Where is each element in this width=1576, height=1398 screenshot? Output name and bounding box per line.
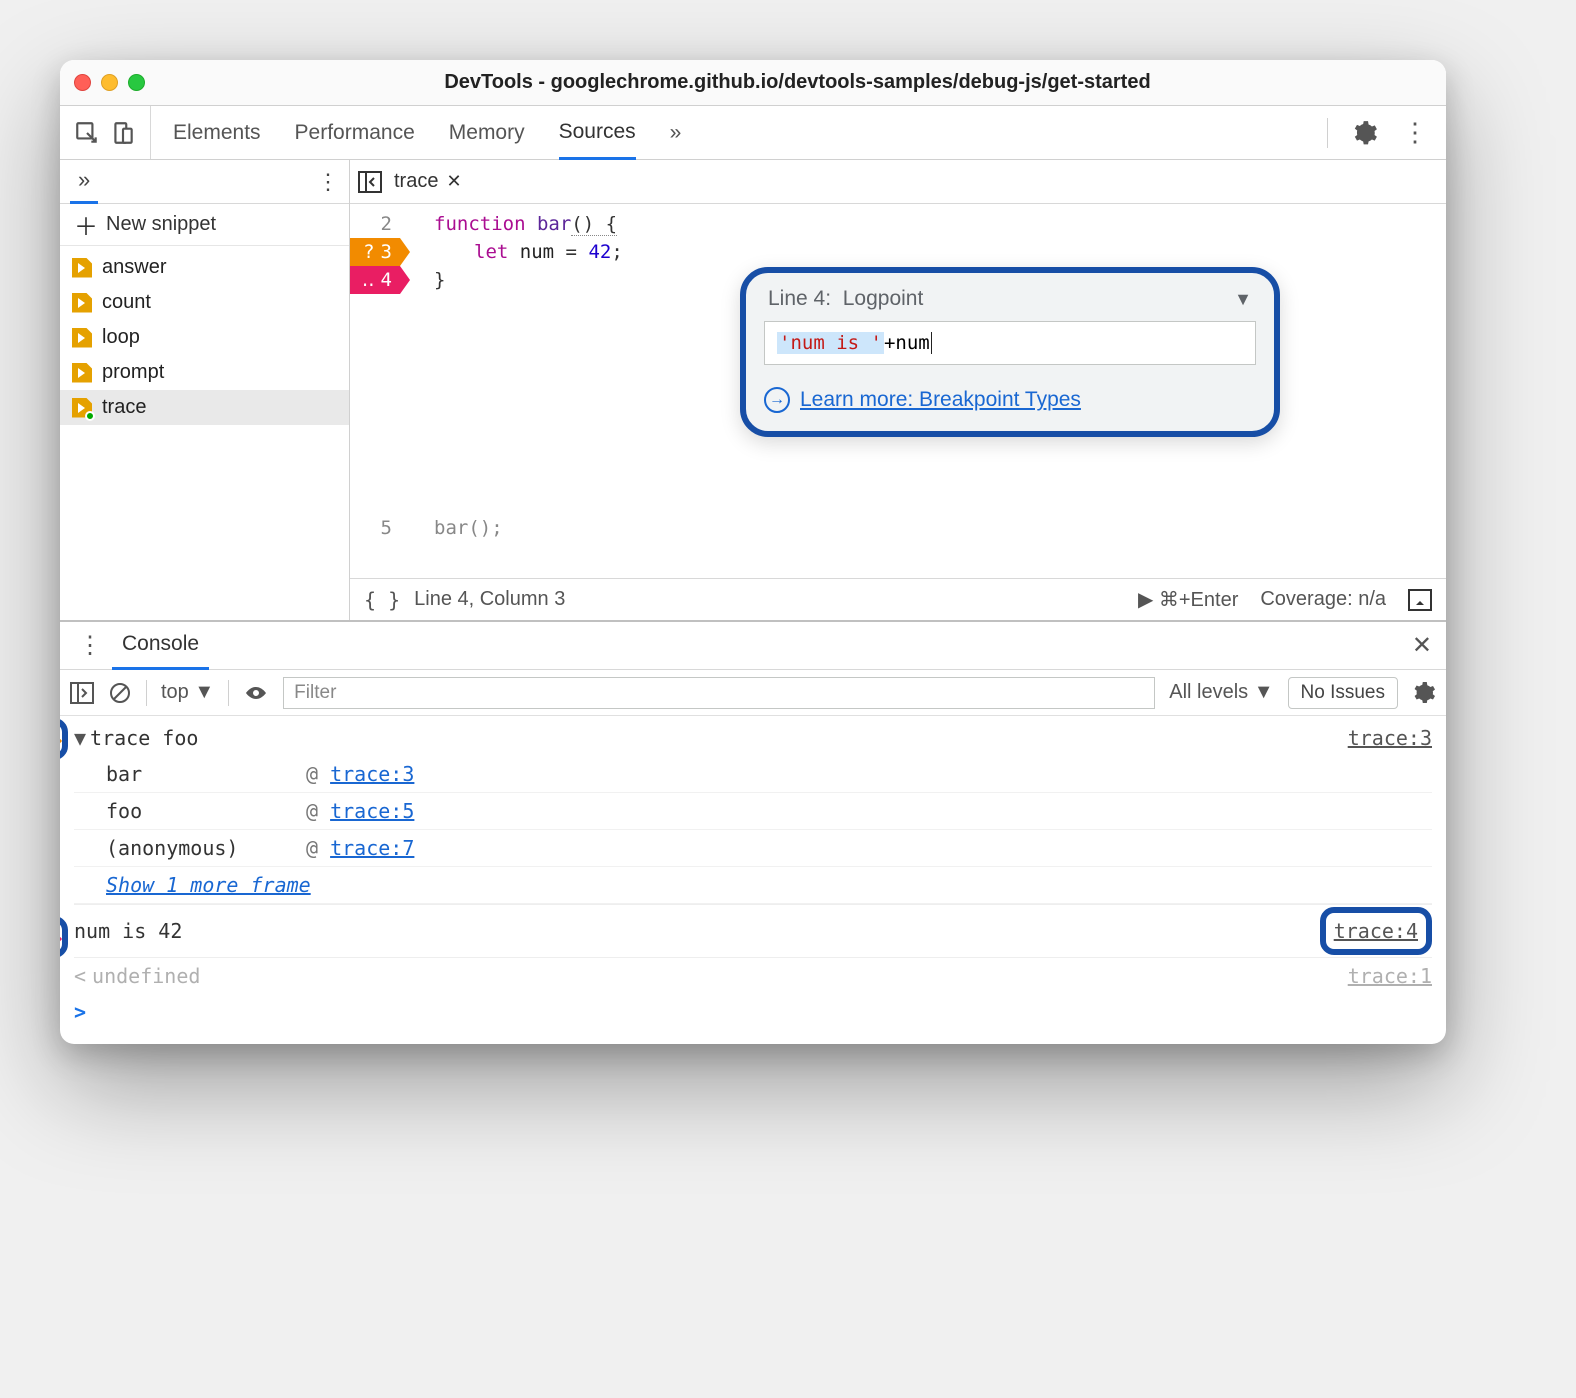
console-drawer: ⋮ Console ✕ top ▼ Filter All levels ▼ No…: [60, 620, 1446, 1044]
input-plus-token: +: [884, 332, 895, 354]
annotation-logpoint-icon: [60, 916, 68, 958]
tab-performance[interactable]: Performance: [295, 106, 415, 159]
clear-console-icon[interactable]: [108, 681, 132, 705]
snippet-item-prompt[interactable]: prompt: [60, 355, 349, 390]
line-gutter[interactable]: 2 ?3 ‥4 5: [350, 204, 406, 578]
show-sidebar-icon[interactable]: [1408, 589, 1432, 611]
settings-gear-icon[interactable]: [1352, 120, 1378, 146]
context-selector[interactable]: top ▼: [161, 681, 214, 704]
snippet-item-count[interactable]: count: [60, 285, 349, 320]
log-levels-select[interactable]: All levels ▼: [1169, 681, 1273, 704]
snippet-label: trace: [102, 396, 146, 419]
close-window-button[interactable]: [74, 74, 91, 91]
stack-frame[interactable]: foo@ trace:5: [74, 793, 1432, 830]
snippet-item-trace[interactable]: trace: [60, 390, 349, 425]
zoom-window-button[interactable]: [128, 74, 145, 91]
arrow-circle-icon: →: [764, 387, 790, 413]
cursor-position: Line 4, Column 3: [414, 588, 565, 611]
sidebar-menu-icon[interactable]: ⋮: [317, 169, 339, 195]
console-sidebar-toggle-icon[interactable]: [70, 682, 94, 704]
gutter-line-4-logpoint[interactable]: ‥4: [350, 266, 400, 294]
separator: [1327, 118, 1328, 148]
sources-pane: » ⋮ ＋ New snippet answer count loop prom…: [60, 160, 1446, 620]
new-snippet-button[interactable]: ＋ New snippet: [60, 204, 349, 246]
snippet-file-icon: [72, 328, 92, 348]
stack-frame[interactable]: (anonymous)@ trace:7: [74, 830, 1432, 867]
snippet-list: answer count loop prompt trace: [60, 246, 349, 429]
stack-frame[interactable]: bar@ trace:3: [74, 756, 1432, 793]
snippet-item-answer[interactable]: answer: [60, 250, 349, 285]
logpoint-expression-input[interactable]: 'num is ' + num: [764, 321, 1256, 365]
drawer-tab-console[interactable]: Console: [112, 622, 209, 670]
return-source-link[interactable]: trace:1: [1348, 960, 1432, 992]
editor-statusbar: { } Line 4, Column 3 ▶ ⌘+Enter Coverage:…: [350, 578, 1446, 620]
editor-tabbar: trace ✕: [350, 160, 1446, 204]
console-settings-gear-icon[interactable]: [1412, 681, 1436, 705]
inspect-element-icon[interactable]: [74, 120, 100, 146]
console-toolbar: top ▼ Filter All levels ▼ No Issues: [60, 670, 1446, 716]
console-filter-input[interactable]: Filter: [283, 677, 1155, 709]
code-editor: trace ✕ 2 ?3 ‥4 5 function bar() { let n…: [350, 160, 1446, 620]
window-controls: [74, 74, 145, 91]
close-drawer-icon[interactable]: ✕: [1406, 631, 1438, 660]
input-var-token: num: [895, 332, 929, 354]
drawer-menu-icon[interactable]: ⋮: [68, 631, 112, 660]
toggle-navigator-icon[interactable]: [358, 171, 382, 193]
input-string-token: 'num is ': [777, 332, 884, 354]
window-title: DevTools - googlechrome.github.io/devtoo…: [163, 71, 1432, 94]
snippet-label: loop: [102, 326, 140, 349]
coverage-label: Coverage: n/a: [1260, 588, 1386, 611]
console-return-entry: < undefined trace:1: [74, 958, 1432, 994]
tabs-overflow[interactable]: »: [670, 106, 682, 159]
dropdown-caret-icon[interactable]: ▼: [1234, 289, 1252, 310]
popup-line-label: Line 4:: [768, 287, 831, 311]
editor-tab-label: trace: [394, 170, 438, 193]
tab-elements[interactable]: Elements: [173, 106, 261, 159]
close-tab-icon[interactable]: ✕: [446, 171, 461, 192]
new-snippet-label: New snippet: [106, 213, 216, 236]
gutter-line-5[interactable]: 5: [350, 514, 400, 542]
console-prompt[interactable]: >: [74, 994, 1432, 1030]
tab-memory[interactable]: Memory: [449, 106, 525, 159]
console-logpoint-entry[interactable]: num is 42 trace:4: [74, 904, 1432, 958]
tab-sources[interactable]: Sources: [559, 107, 636, 160]
breakpoint-edit-popup: Line 4: Logpoint ▼ 'num is ' + num → Lea…: [740, 267, 1280, 437]
show-more-frames[interactable]: Show 1 more frame: [74, 867, 1432, 904]
run-snippet-button[interactable]: ▶ ⌘+Enter: [1138, 587, 1238, 612]
console-trace-entry[interactable]: ▼ trace foo trace:3: [74, 720, 1432, 756]
snippet-label: count: [102, 291, 151, 314]
trace-message: trace foo: [90, 722, 198, 754]
pretty-print-icon[interactable]: { }: [364, 588, 400, 612]
return-value: undefined: [92, 960, 200, 992]
snippet-file-icon: [72, 258, 92, 278]
snippets-sidebar: » ⋮ ＋ New snippet answer count loop prom…: [60, 160, 350, 620]
gutter-line-2[interactable]: 2: [350, 210, 400, 238]
editor-tab-trace[interactable]: trace ✕: [394, 170, 462, 193]
console-output[interactable]: ▼ trace foo trace:3 bar@ trace:3 foo@ tr…: [60, 716, 1446, 1044]
breakpoint-type-select[interactable]: Logpoint: [843, 287, 924, 311]
snippet-label: prompt: [102, 361, 164, 384]
snippet-label: answer: [102, 256, 166, 279]
sidebar-tabs-overflow[interactable]: »: [70, 160, 98, 204]
devtools-window: DevTools - googlechrome.github.io/devtoo…: [60, 60, 1446, 1044]
snippet-file-icon: [72, 363, 92, 383]
live-expression-icon[interactable]: [243, 684, 269, 702]
device-toggle-icon[interactable]: [110, 120, 136, 146]
gutter-line-3-conditional-bp[interactable]: ?3: [350, 238, 400, 266]
log-message: num is 42: [74, 915, 182, 947]
snippet-item-loop[interactable]: loop: [60, 320, 349, 355]
snippet-file-icon: [72, 398, 92, 418]
issues-button[interactable]: No Issues: [1288, 677, 1398, 709]
learn-more-link[interactable]: Learn more: Breakpoint Types: [800, 388, 1081, 412]
log-source-link[interactable]: trace:4: [1320, 907, 1432, 955]
trace-source-link[interactable]: trace:3: [1348, 722, 1432, 754]
main-toolbar: Elements Performance Memory Sources » ⋮: [60, 106, 1446, 160]
minimize-window-button[interactable]: [101, 74, 118, 91]
annotation-conditional-bp-icon: [60, 718, 68, 760]
titlebar: DevTools - googlechrome.github.io/devtoo…: [60, 60, 1446, 106]
snippet-file-icon: [72, 293, 92, 313]
kebab-menu-icon[interactable]: ⋮: [1402, 117, 1428, 148]
